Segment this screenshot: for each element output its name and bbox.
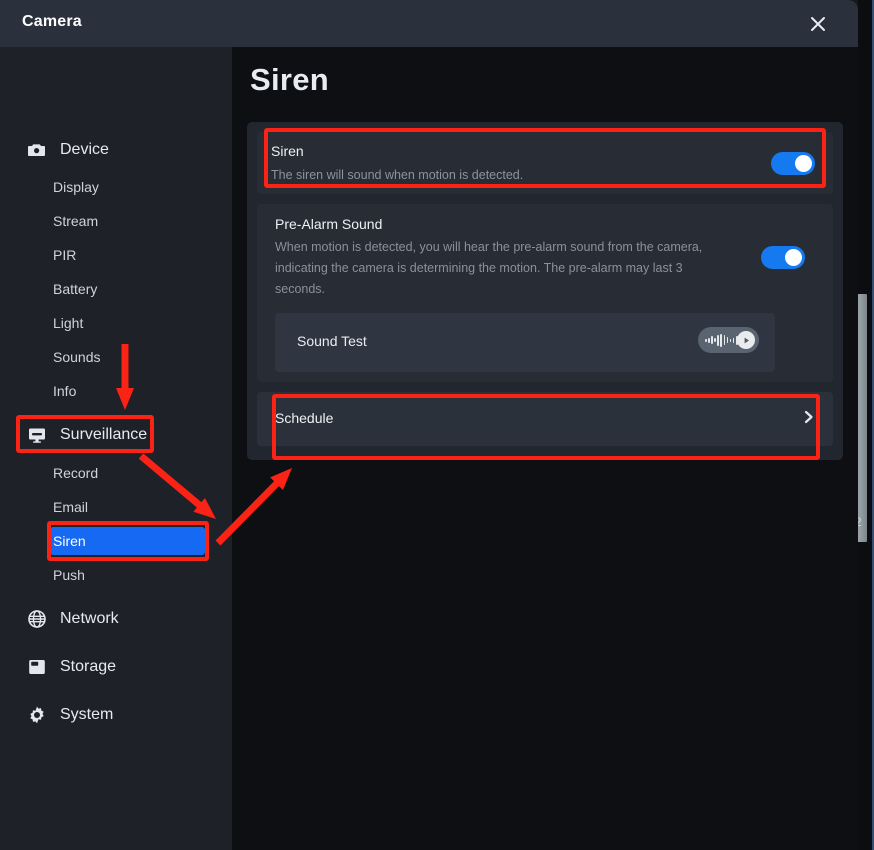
sidebar-item-stream[interactable]: Stream: [0, 207, 232, 235]
sidebar-group-device[interactable]: Device: [0, 134, 232, 166]
dialog-title: Camera: [22, 13, 82, 30]
sidebar-item-label: Light: [53, 315, 84, 331]
camera-dialog-window: Camera Device Display Stream PIR Battery Ligh…: [0, 0, 858, 850]
sidebar-item-label: Battery: [53, 281, 98, 297]
siren-settings-panel: Siren The siren will sound when motion i…: [247, 122, 843, 460]
sound-test-label: Sound Test: [297, 333, 367, 349]
sidebar-item-push[interactable]: Push: [0, 561, 232, 589]
sidebar-item-sounds[interactable]: Sounds: [0, 343, 232, 371]
prealarm-toggle-knob: [785, 249, 802, 266]
sidebar-group-system[interactable]: System: [0, 699, 232, 731]
sidebar-item-light[interactable]: Light: [0, 309, 232, 337]
sidebar-item-label: Display: [53, 179, 99, 195]
sidebar-item-record[interactable]: Record: [0, 459, 232, 487]
sidebar-item-label: Info: [53, 383, 77, 399]
chevron-right-icon: [803, 410, 815, 424]
camera-icon: [26, 139, 48, 161]
sidebar-item-pir[interactable]: PIR: [0, 241, 232, 269]
dialog-titlebar: Camera: [0, 0, 858, 47]
gear-icon: [26, 704, 48, 726]
sidebar-item-email[interactable]: Email: [0, 493, 232, 521]
prealarm-description: When motion is detected, you will hear t…: [275, 240, 703, 296]
sound-test-row: Sound Test: [275, 313, 775, 372]
app-root: 2 Camera Device Display Stream PIR Battery Li…: [0, 0, 874, 850]
schedule-row[interactable]: Schedule: [257, 392, 833, 446]
close-button[interactable]: [804, 10, 832, 38]
prealarm-toggle[interactable]: [761, 246, 805, 269]
globe-icon: [26, 608, 48, 630]
main-content: Siren Siren The siren will sound when mo…: [232, 47, 858, 850]
sidebar-group-label: Surveillance: [60, 426, 148, 443]
page-title: Siren: [250, 62, 330, 97]
siren-row-title: Siren: [271, 143, 304, 159]
sidebar-group-label: Device: [60, 141, 109, 158]
sidebar: Device Display Stream PIR Battery Light Sounds…: [0, 47, 232, 850]
sidebar-item-label: Email: [53, 499, 89, 515]
sidebar-group-surveillance[interactable]: Surveillance: [0, 419, 232, 451]
sidebar-item-label: Stream: [53, 213, 99, 229]
siren-setting-row: Siren The siren will sound when motion i…: [257, 132, 833, 194]
sidebar-item-label: Record: [53, 465, 99, 481]
sidebar-item-label: Sounds: [53, 349, 101, 365]
sidebar-item-label: Push: [53, 567, 85, 583]
siren-toggle[interactable]: [771, 152, 815, 175]
sidebar-group-label: System: [60, 706, 114, 723]
sidebar-group-network[interactable]: Network: [0, 603, 232, 635]
schedule-label: Schedule: [275, 410, 334, 426]
sidebar-item-display[interactable]: Display: [0, 173, 232, 201]
play-icon: [737, 331, 755, 349]
sidebar-group-label: Storage: [60, 658, 117, 675]
siren-toggle-knob: [795, 155, 812, 172]
prealarm-title: Pre-Alarm Sound: [275, 216, 383, 232]
sound-test-play-button[interactable]: [698, 327, 759, 353]
siren-row-subtitle: The siren will sound when motion is dete…: [271, 168, 524, 182]
floppy-icon: [26, 656, 48, 678]
sidebar-item-battery[interactable]: Battery: [0, 275, 232, 303]
sidebar-item-siren[interactable]: Siren: [0, 527, 232, 555]
prealarm-sound-card: Pre-Alarm Sound When motion is detected,…: [257, 204, 833, 382]
monitor-icon: [26, 424, 48, 446]
sidebar-group-label: Network: [60, 610, 119, 627]
sidebar-item-label: PIR: [53, 247, 77, 263]
close-icon: [809, 15, 827, 33]
sidebar-item-info[interactable]: Info: [0, 377, 232, 405]
sidebar-group-storage[interactable]: Storage: [0, 651, 232, 683]
sidebar-item-label: Siren: [53, 533, 86, 549]
